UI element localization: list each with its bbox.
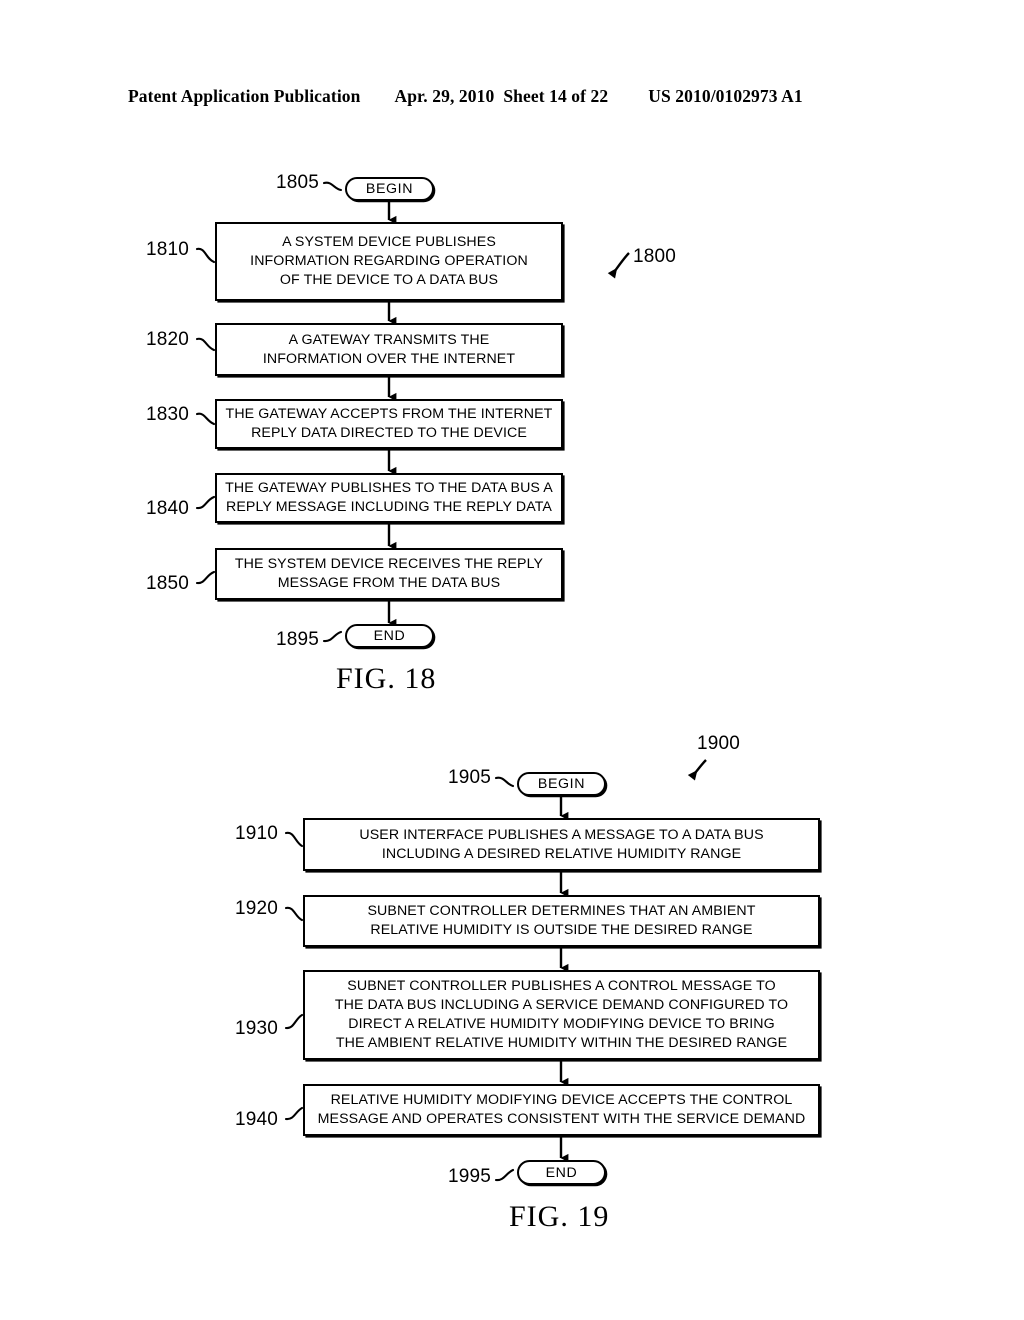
process-box-1910: USER INTERFACE PUBLISHES A MESSAGE TO A … [303,818,820,871]
figure-caption-19: FIG. 19 [509,1200,610,1233]
process-box-1930-text: SUBNET CONTROLLER PUBLISHES A CONTROL ME… [334,978,789,1051]
end-terminator-fig19: END [517,1160,606,1185]
process-box-1830-text: THE GATEWAY ACCEPTS FROM THE INTERNET RE… [225,406,553,441]
process-box-1940: RELATIVE HUMIDITY MODIFYING DEVICE ACCEP… [303,1084,820,1136]
header-patent-number: US 2010/0102973 A1 [648,86,803,106]
ref-1910: 1910 [235,823,279,844]
header-publication: Patent Application Publication [128,86,361,106]
process-box-1820-text: A GATEWAY TRANSMITS THE INFORMATION OVER… [262,331,516,367]
end-terminator-fig18: END [345,624,434,648]
process-box-1850: THE SYSTEM DEVICE RECEIVES THE REPLY MES… [215,548,563,600]
begin-terminator-label: BEGIN [365,181,414,197]
ref-1940: 1940 [235,1109,279,1130]
ref-1930: 1930 [235,1018,279,1039]
process-box-1910-text: USER INTERFACE PUBLISHES A MESSAGE TO A … [359,826,764,862]
ref-1850: 1850 [146,573,190,594]
ref-1840: 1840 [146,498,190,519]
process-box-1920-text: SUBNET CONTROLLER DETERMINES THAT AN AMB… [367,903,756,938]
end-terminator-label-fig19: END [545,1164,578,1181]
begin-terminator-label-fig19: BEGIN [537,776,586,792]
process-box-1850-text: THE SYSTEM DEVICE RECEIVES THE REPLY MES… [234,556,544,591]
process-box-1840: THE GATEWAY PUBLISHES TO THE DATA BUS A … [215,473,563,523]
ref-1805: 1805 [276,172,320,193]
header-date: Apr. 29, 2010 [394,86,495,106]
process-box-1920: SUBNET CONTROLLER DETERMINES THAT AN AMB… [303,895,820,947]
process-box-1820: A GATEWAY TRANSMITS THE INFORMATION OVER… [215,323,563,376]
patent-header: Patent Application Publication Apr. 29, … [128,86,896,110]
end-terminator-label: END [373,628,406,644]
process-box-1840-text: THE GATEWAY PUBLISHES TO THE DATA BUS A … [225,480,553,515]
process-box-1810-text: A SYSTEM DEVICE PUBLISHES INFORMATION RE… [250,234,528,288]
ref-1800: 1800 [633,246,677,267]
ref-1830: 1830 [146,404,190,425]
begin-terminator-fig19: BEGIN [517,772,606,796]
ref-1905: 1905 [448,767,492,788]
ref-1920: 1920 [235,898,279,919]
ref-1895: 1895 [276,629,320,650]
figure-caption-18: FIG. 18 [336,662,437,695]
header-sheet: Sheet 14 of 22 [503,86,609,106]
process-box-1940-text: RELATIVE HUMIDITY MODIFYING DEVICE ACCEP… [317,1092,806,1127]
ref-1820: 1820 [146,329,190,350]
ref-1900: 1900 [697,733,741,754]
ref-1810: 1810 [146,239,190,260]
ref-1995: 1995 [448,1166,492,1187]
process-box-1930: SUBNET CONTROLLER PUBLISHES A CONTROL ME… [303,970,820,1060]
begin-terminator-fig18: BEGIN [345,177,434,201]
process-box-1830: THE GATEWAY ACCEPTS FROM THE INTERNET RE… [215,399,563,449]
process-box-1810: A SYSTEM DEVICE PUBLISHES INFORMATION RE… [215,222,563,301]
